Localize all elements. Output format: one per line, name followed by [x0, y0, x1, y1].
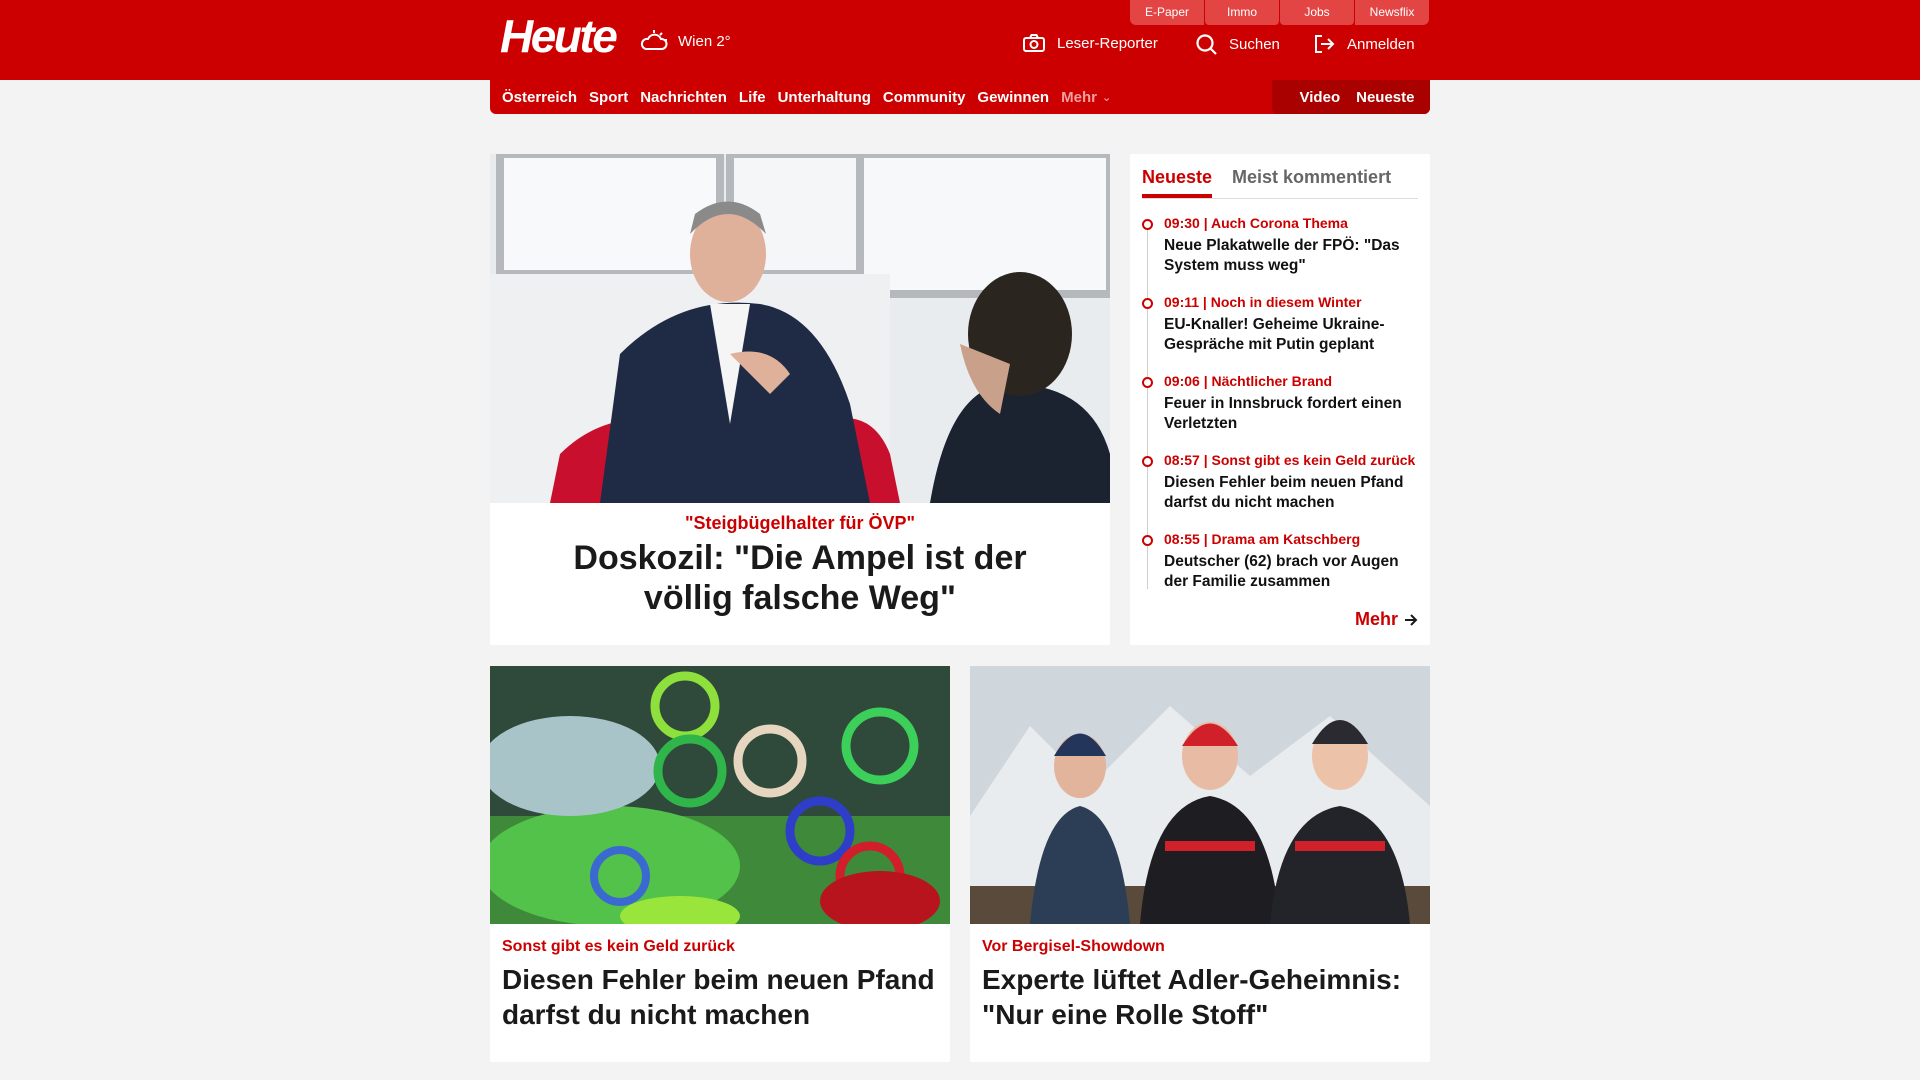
nav-item-life[interactable]: Life — [739, 89, 766, 106]
ticker-item-title[interactable]: Neue Plakatwelle der FPÖ: "Das System mu… — [1164, 236, 1418, 276]
article-card-kicker: Sonst gibt es kein Geld zurück — [502, 938, 735, 955]
nav-item-oesterreich[interactable]: Österreich — [502, 89, 577, 106]
ticker-list: 09:30 | Auch Corona Thema Neue Plakatwel… — [1142, 215, 1418, 610]
sidebar-more-label: Mehr — [1354, 609, 1398, 629]
ticker-item-meta: 08:55 | Drama am Katschberg — [1164, 531, 1361, 547]
news-ticker-sidebar: Neueste Meist kommentiert 09:30 | Auch C… — [1130, 154, 1430, 645]
nav-item-video[interactable]: Video — [1292, 89, 1349, 106]
tab-meist-kommentiert[interactable]: Meist kommentiert — [1232, 167, 1391, 198]
search-icon — [1196, 34, 1217, 55]
timeline-dot-icon — [1142, 219, 1153, 230]
leser-reporter-button[interactable]: Leser-Reporter — [1023, 34, 1158, 52]
ticker-item-meta: 08:57 | Sonst gibt es kein Geld zurück — [1164, 452, 1416, 468]
ticker-item[interactable]: 08:55 | Drama am Katschberg Deutscher (6… — [1142, 531, 1418, 610]
nav-item-nachrichten[interactable]: Nachrichten — [640, 89, 727, 106]
timeline-dot-icon — [1142, 535, 1153, 546]
timeline-dot-icon — [1142, 298, 1153, 309]
timeline-dot-icon — [1142, 377, 1153, 388]
ticker-item[interactable]: 09:06 | Nächtlicher Brand Feuer in Innsb… — [1142, 373, 1418, 452]
lead-article-title[interactable]: Doskozil: "Die Ampel ist der völlig fals… — [530, 538, 1070, 618]
tab-neueste[interactable]: Neueste — [1142, 167, 1213, 198]
sidebar-more-link[interactable]: Mehr — [1355, 609, 1418, 630]
article-card-image[interactable] — [490, 666, 950, 924]
ticker-item-title[interactable]: Diesen Fehler beim neuen Pfand darfst du… — [1164, 473, 1418, 513]
nav-item-community[interactable]: Community — [883, 89, 966, 106]
article-card-title[interactable]: Experte lüftet Adler-Geheimnis: "Nur ein… — [982, 962, 1418, 1032]
nav-item-unterhaltung[interactable]: Unterhaltung — [778, 89, 871, 106]
quicklinks: E-Paper Immo Jobs Newsflix — [1130, 0, 1429, 25]
nav-item-sport[interactable]: Sport — [589, 89, 628, 106]
quicklink-newsflix[interactable]: Newsflix — [1355, 0, 1429, 25]
site-header: E-Paper Immo Jobs Newsflix Heute Wien 2°… — [0, 0, 1920, 80]
plastic-bottles-photo — [490, 666, 950, 924]
lead-article-kicker: "Steigbügelhalter für ÖVP" — [684, 513, 916, 533]
ticker-item-meta: 09:11 | Noch in diesem Winter — [1164, 294, 1362, 310]
ticker-item[interactable]: 08:57 | Sonst gibt es kein Geld zurück D… — [1142, 452, 1418, 531]
sidebar-tabs: Neueste Meist kommentiert — [1142, 154, 1418, 199]
ticker-item[interactable]: 09:11 | Noch in diesem Winter EU-Knaller… — [1142, 294, 1418, 373]
search-button[interactable]: Suchen — [1196, 34, 1280, 55]
lead-article-image[interactable] — [490, 154, 1110, 503]
main-nav: Österreich Sport Nachrichten Life Unterh… — [490, 80, 1430, 114]
arrow-right-icon — [1405, 613, 1418, 626]
quicklink-immo[interactable]: Immo — [1205, 0, 1279, 25]
ticker-item-title[interactable]: Feuer in Innsbruck fordert einen Verletz… — [1164, 394, 1418, 434]
ticker-item[interactable]: 09:30 | Auch Corona Thema Neue Plakatwel… — [1142, 215, 1418, 294]
article-card-title[interactable]: Diesen Fehler beim neuen Pfand darfst du… — [502, 962, 938, 1032]
search-label: Suchen — [1229, 36, 1280, 53]
ticker-item-meta: 09:30 | Auch Corona Thema — [1164, 215, 1348, 231]
interview-photo — [490, 154, 1110, 503]
ticker-item-title[interactable]: EU-Knaller! Geheime Ukraine-Gespräche mi… — [1164, 315, 1418, 355]
nav-item-neueste[interactable]: Neueste — [1348, 89, 1422, 106]
ski-jumpers-photo — [970, 666, 1430, 924]
chevron-down-icon: ⌄ — [1101, 91, 1112, 104]
weather-widget[interactable]: Wien 2° — [638, 27, 731, 55]
leser-reporter-label: Leser-Reporter — [1057, 34, 1158, 52]
nav-more-dropdown[interactable]: Mehr ⌄ — [1061, 89, 1111, 106]
camera-icon — [1023, 34, 1045, 52]
login-icon — [1315, 35, 1335, 53]
ticker-item-title[interactable]: Deutscher (62) brach vor Augen der Famil… — [1164, 552, 1418, 592]
nav-more-label: Mehr — [1061, 88, 1097, 106]
nav-right-group: Video Neueste — [1272, 80, 1430, 114]
site-logo[interactable]: Heute — [500, 11, 618, 61]
cloud-sun-icon — [640, 30, 668, 50]
login-label: Anmelden — [1347, 35, 1415, 53]
article-card[interactable]: Vor Bergisel-Showdown Experte lüftet Adl… — [970, 666, 1430, 1062]
quicklink-jobs[interactable]: Jobs — [1280, 0, 1354, 25]
quicklink-epaper[interactable]: E-Paper — [1130, 0, 1204, 25]
ticker-item-meta: 09:06 | Nächtlicher Brand — [1164, 373, 1333, 389]
login-button[interactable]: Anmelden — [1313, 34, 1415, 54]
article-card-image[interactable] — [970, 666, 1430, 924]
article-card[interactable]: Sonst gibt es kein Geld zurück Diesen Fe… — [490, 666, 950, 1062]
nav-item-gewinnen[interactable]: Gewinnen — [977, 89, 1049, 106]
article-card-kicker: Vor Bergisel-Showdown — [982, 938, 1165, 955]
lead-article[interactable]: "Steigbügelhalter für ÖVP" Doskozil: "Di… — [490, 154, 1110, 645]
timeline-dot-icon — [1142, 456, 1153, 467]
weather-label: Wien 2° — [678, 32, 731, 50]
